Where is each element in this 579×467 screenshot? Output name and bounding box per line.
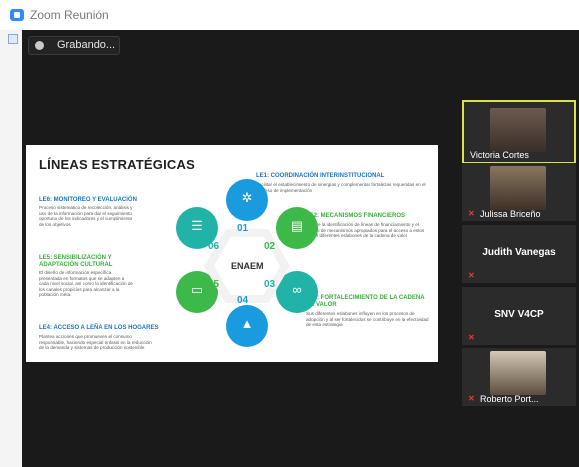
muted-mic-icon: ✕ bbox=[468, 271, 475, 280]
participant-name: SNV V4CP bbox=[494, 309, 544, 320]
line-title-6: LE6: MONITOREO Y EVALUACIÓN bbox=[39, 197, 137, 203]
segment-circle-04: ▲ bbox=[226, 305, 268, 347]
muted-mic-icon: ✕ bbox=[468, 209, 475, 218]
strategy-diagram: ✲ ▤ ∞ ▲ ▭ ☰ ENAEM 01 02 03 04 05 06 bbox=[161, 177, 333, 355]
segment-number-06: 06 bbox=[208, 241, 220, 252]
segment-circle-02: ▤ bbox=[276, 207, 318, 249]
participant-tile-roberto[interactable]: ✕ Roberto Port... bbox=[462, 348, 576, 406]
participant-tile-snv[interactable]: SNV V4CP ✕ bbox=[462, 287, 576, 345]
participant-video bbox=[490, 166, 546, 210]
participant-video bbox=[490, 108, 546, 152]
participant-name: Julissa Briceño bbox=[480, 209, 541, 219]
line-body-6: Proceso sistemático de recolección, anál… bbox=[39, 205, 133, 227]
zoom-icon bbox=[10, 9, 24, 21]
line-body-4: Plantea acciones que promueven el consum… bbox=[39, 334, 152, 351]
participant-tile-julissa[interactable]: ✕ Julissa Briceño bbox=[462, 163, 576, 221]
muted-mic-icon: ✕ bbox=[468, 394, 475, 403]
left-panel-strip bbox=[0, 30, 23, 467]
line-title-5: LE5: SENSIBILIZACIÓN Y ADAPTACIÓN CULTUR… bbox=[39, 255, 113, 268]
participant-video bbox=[490, 351, 546, 395]
muted-mic-icon: ✕ bbox=[468, 333, 475, 342]
segment-number-02: 02 bbox=[264, 241, 276, 252]
participant-name: Victoria Cortes bbox=[470, 150, 529, 160]
window-titlebar: Zoom Reunión bbox=[0, 0, 579, 31]
segment-number-05: 05 bbox=[208, 279, 220, 290]
segment-number-03: 03 bbox=[264, 279, 276, 290]
shared-slide: LÍNEAS ESTRATÉGICAS LE6: MONITOREO Y EVA… bbox=[26, 145, 438, 362]
center-label: ENAEM bbox=[231, 261, 264, 271]
participant-tile-judith[interactable]: Judith Vanegas ✕ bbox=[462, 225, 576, 283]
segment-number-04: 04 bbox=[237, 295, 249, 306]
participant-name: Judith Vanegas bbox=[482, 247, 556, 258]
line-body-5: El diseño de información específica pres… bbox=[39, 270, 133, 298]
slide-title: LÍNEAS ESTRATÉGICAS bbox=[39, 157, 195, 172]
window-title: Zoom Reunión bbox=[30, 8, 109, 22]
line-title-4: LE4: ACCESO A LEÑA EN LOS HOGARES bbox=[39, 325, 159, 331]
segment-circle-01: ✲ bbox=[226, 179, 268, 221]
segment-number-01: 01 bbox=[237, 223, 249, 234]
checklist-icon: ☰ bbox=[191, 218, 203, 233]
recording-label: Grabando... bbox=[57, 39, 116, 51]
recording-indicator[interactable]: Grabando... bbox=[28, 36, 120, 55]
snowflake-icon: ✲ bbox=[241, 190, 253, 205]
participant-name: Roberto Port... bbox=[480, 394, 539, 404]
campfire-icon: ▲ bbox=[240, 316, 254, 331]
link-icon: ∞ bbox=[292, 282, 302, 297]
participant-tile-victoria[interactable]: Victoria Cortes bbox=[462, 100, 576, 164]
money-icon: ▤ bbox=[290, 218, 304, 233]
window-icon bbox=[8, 34, 18, 44]
record-icon bbox=[35, 41, 44, 50]
